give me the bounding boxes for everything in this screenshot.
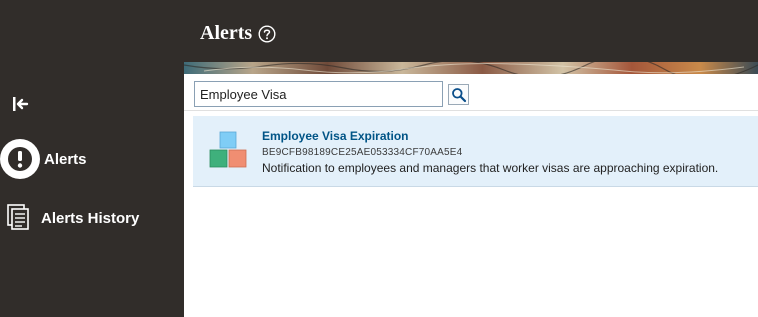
sidebar-item-label: Alerts xyxy=(44,151,87,168)
exclamation-circle-icon xyxy=(8,147,32,171)
page-title: Alerts xyxy=(200,22,253,44)
collapse-left-icon xyxy=(13,97,29,111)
page-header: Alerts xyxy=(184,0,758,62)
sidebar-item-label: Alerts History xyxy=(41,210,140,227)
collapse-sidebar-button[interactable] xyxy=(9,94,31,114)
list-item[interactable]: Employee Visa Expiration BE9CFB98189CE25… xyxy=(193,116,758,187)
search-icon xyxy=(452,88,467,103)
result-description: Notification to employees and managers t… xyxy=(262,161,719,175)
sidebar-item-alerts[interactable]: Alerts xyxy=(0,139,184,179)
history-pages-icon xyxy=(7,204,29,230)
divider xyxy=(184,110,758,111)
blocks-icon xyxy=(209,131,247,168)
result-id: BE9CFB98189CE25AE053334CF70AA5E4 xyxy=(262,147,463,158)
sidebar: Alerts Alerts History xyxy=(0,0,184,317)
sidebar-item-alerts-history[interactable]: Alerts History xyxy=(0,199,184,239)
header-texture-band xyxy=(184,62,758,74)
search-input[interactable] xyxy=(194,81,443,107)
help-circle-icon[interactable] xyxy=(258,25,276,43)
result-title-link[interactable]: Employee Visa Expiration xyxy=(262,129,409,143)
search-button[interactable] xyxy=(448,84,469,105)
alerts-icon-badge xyxy=(0,139,40,179)
